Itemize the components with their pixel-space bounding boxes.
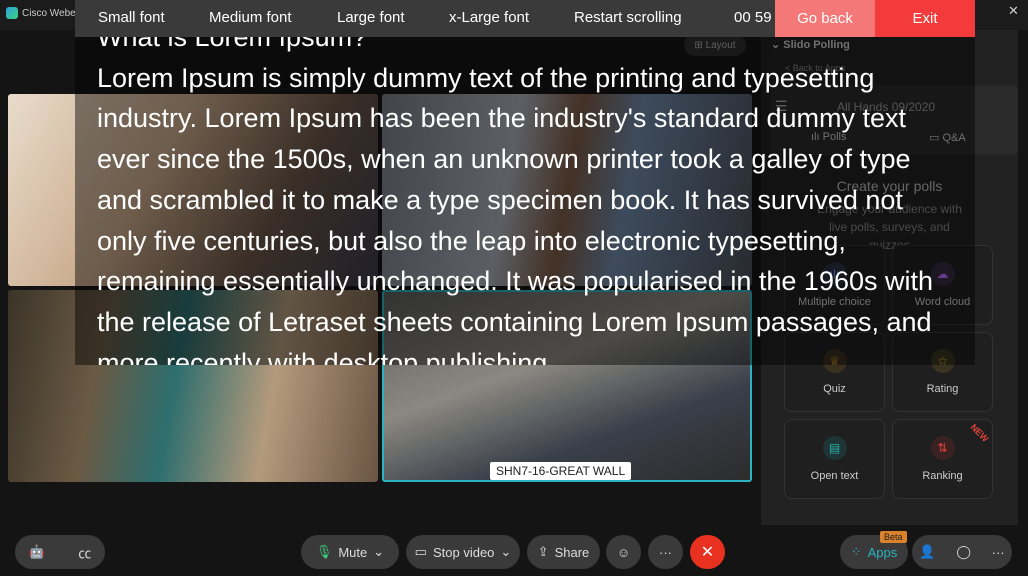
chat-icon: ▤ xyxy=(822,436,847,460)
microphone-icon: 🎙 xyxy=(315,544,333,559)
teleprompter-body: Lorem Ipsum is simply dummy text of the … xyxy=(97,62,934,365)
beta-badge: Beta xyxy=(880,531,907,543)
apps-grid-icon: ⁘ xyxy=(850,544,862,559)
mute-label: Mute xyxy=(338,544,368,560)
ai-assistant-icon[interactable]: 🤖 xyxy=(29,544,45,560)
share-button[interactable]: ⇪ Share xyxy=(527,535,600,569)
teleprompter-heading: What is Lorem Ipsum? xyxy=(97,37,368,52)
camera-icon: ▭ xyxy=(414,544,427,559)
closed-captions-icon[interactable]: ㏄ xyxy=(78,543,91,562)
restart-scrolling-button[interactable]: Restart scrolling xyxy=(574,9,682,26)
poll-card-ranking[interactable]: NEW ⇅ Ranking xyxy=(892,419,993,499)
mute-button[interactable]: 🎙 Mute ⌄ xyxy=(301,535,399,569)
new-badge: NEW xyxy=(968,422,991,444)
card-label: Ranking xyxy=(922,470,963,482)
smiley-icon: ☺ xyxy=(616,544,631,560)
apps-label: Apps xyxy=(867,544,898,560)
more-icon[interactable]: ··· xyxy=(992,545,1005,560)
close-window-button[interactable]: ✕ xyxy=(1008,3,1019,19)
chevron-down-icon[interactable]: ⌄ xyxy=(373,544,384,560)
stop-video-label: Stop video xyxy=(432,544,495,560)
reactions-button[interactable]: ☺ xyxy=(606,535,641,569)
card-label: Quiz xyxy=(823,383,846,395)
app-title: Cisco Webex xyxy=(22,8,81,19)
participants-icon[interactable]: 👤 xyxy=(919,544,935,560)
chevron-down-icon[interactable]: ⌄ xyxy=(500,544,511,560)
teleprompter-toolbar: Small font Medium font Large font x-Larg… xyxy=(75,0,975,37)
exit-button[interactable]: Exit xyxy=(875,0,975,37)
small-font-button[interactable]: Small font xyxy=(98,9,165,26)
large-font-button[interactable]: Large font xyxy=(337,9,405,26)
webex-logo-icon xyxy=(6,7,18,19)
go-back-button[interactable]: Go back xyxy=(775,0,875,37)
assistant-captions-group: 🤖 ㏄ xyxy=(15,535,105,569)
more-options-button[interactable]: ··· xyxy=(648,535,683,569)
room-label: SHN7-16-GREAT WALL xyxy=(490,462,632,480)
right-controls-group: 👤 ◯ ··· xyxy=(912,535,1012,569)
end-call-button[interactable]: ✕ xyxy=(690,535,725,569)
teleprompter-text: What is Lorem Ipsum? Lorem Ipsum is simp… xyxy=(97,37,957,365)
chat-icon[interactable]: ◯ xyxy=(956,544,971,560)
timer: 00 59 xyxy=(734,9,772,26)
teleprompter-overlay: What is Lorem Ipsum? Lorem Ipsum is simp… xyxy=(75,37,975,365)
share-icon: ⇪ xyxy=(537,544,549,559)
card-label: Rating xyxy=(926,383,959,395)
ranking-icon: ⇅ xyxy=(930,436,955,460)
xlarge-font-button[interactable]: x-Large font xyxy=(449,9,529,26)
stop-video-button[interactable]: ▭ Stop video ⌄ xyxy=(406,535,520,569)
share-label: Share xyxy=(554,544,590,560)
card-label: Open text xyxy=(810,470,859,482)
medium-font-button[interactable]: Medium font xyxy=(209,9,292,26)
poll-card-open-text[interactable]: ▤ Open text xyxy=(784,419,885,499)
